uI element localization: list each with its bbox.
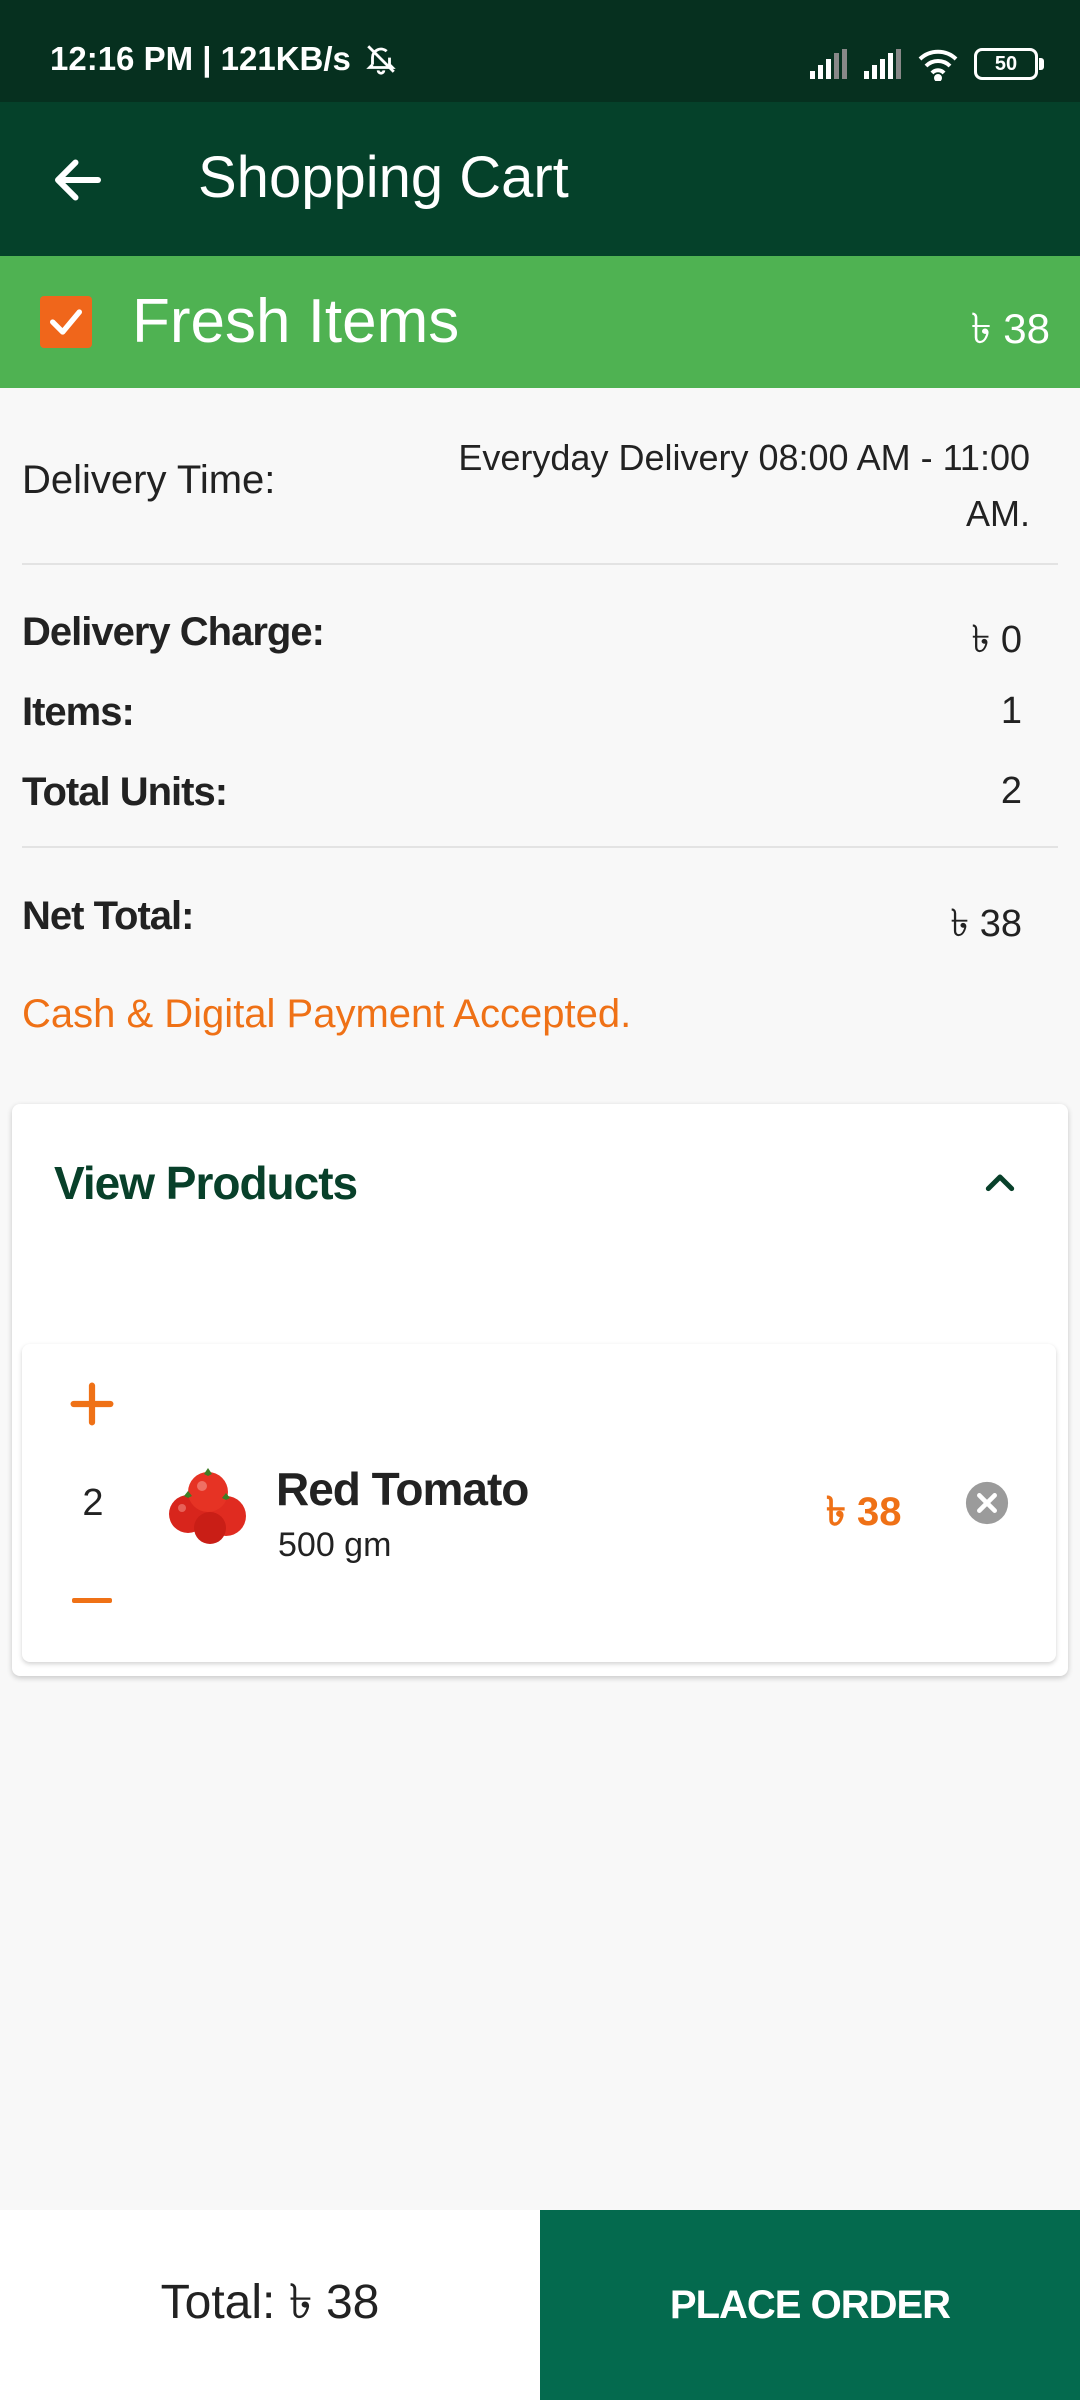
signal-icon [810, 49, 847, 79]
items-label: Items: [22, 690, 135, 734]
delivery-time-label: Delivery Time: [22, 458, 276, 502]
net-total-value: ৳ 38 [950, 903, 1022, 945]
delivery-time-value: Everyday Delivery 08:00 AM - 11:00 AM. [458, 437, 1030, 534]
net-total-label: Net Total: [22, 894, 194, 938]
products-panel: View Products 2 Red Tomato 500 gm ৳ 38 [12, 1104, 1068, 1676]
checkmark-icon [50, 309, 83, 335]
wifi-icon [918, 49, 958, 81]
product-weight: 500 gm [278, 1526, 392, 1564]
delivery-charge-label: Delivery Charge: [22, 610, 325, 654]
signal-icon [864, 49, 901, 79]
cart-item: 2 Red Tomato 500 gm ৳ 38 [22, 1344, 1056, 1662]
place-order-button[interactable]: PLACE ORDER [540, 2210, 1080, 2400]
battery-level: 50 [994, 52, 1018, 75]
decrease-quantity-button[interactable] [70, 1596, 114, 1606]
divider [22, 846, 1058, 848]
page-title: Shopping Cart [198, 145, 569, 210]
chevron-up-icon[interactable] [980, 1162, 1020, 1202]
status-time-text: 12:16 PM | 121KB/s [50, 40, 351, 77]
status-time-speed: 12:16 PM | 121KB/s [50, 40, 398, 78]
mute-bell-icon [366, 45, 396, 75]
select-checkbox[interactable] [40, 296, 92, 348]
section-amount: ৳ 38 [970, 305, 1050, 352]
delivery-charge-value: ৳ 0 [971, 619, 1022, 661]
product-name: Red Tomato [276, 1463, 529, 1515]
product-price: ৳ 38 [826, 1490, 902, 1534]
section-label: Fresh Items [132, 287, 460, 356]
items-value: 1 [1000, 690, 1022, 732]
order-total: Total: ৳ 38 [0, 2210, 540, 2400]
battery-icon: 50 [974, 48, 1044, 80]
item-quantity: 2 [82, 1482, 104, 1524]
view-products-toggle[interactable]: View Products [54, 1156, 358, 1210]
remove-item-button[interactable] [964, 1480, 1010, 1526]
tomato-product-image [169, 1468, 246, 1544]
total-units-value: 2 [1000, 770, 1022, 812]
total-units-label: Total Units: [22, 770, 228, 814]
divider [22, 563, 1058, 565]
increase-quantity-button[interactable] [70, 1382, 114, 1426]
arrow-left-icon[interactable] [48, 150, 108, 210]
payment-note: Cash & Digital Payment Accepted. [22, 992, 632, 1036]
section-header-fresh-items: Fresh Items ৳ 38 [0, 256, 1080, 388]
app-bar: Shopping Cart [0, 102, 1080, 256]
status-icons: 50 [808, 44, 1044, 84]
status-bar: 12:16 PM | 121KB/s 50 [0, 0, 1080, 102]
checkout-bar: Total: ৳ 38 PLACE ORDER [0, 2210, 1080, 2400]
